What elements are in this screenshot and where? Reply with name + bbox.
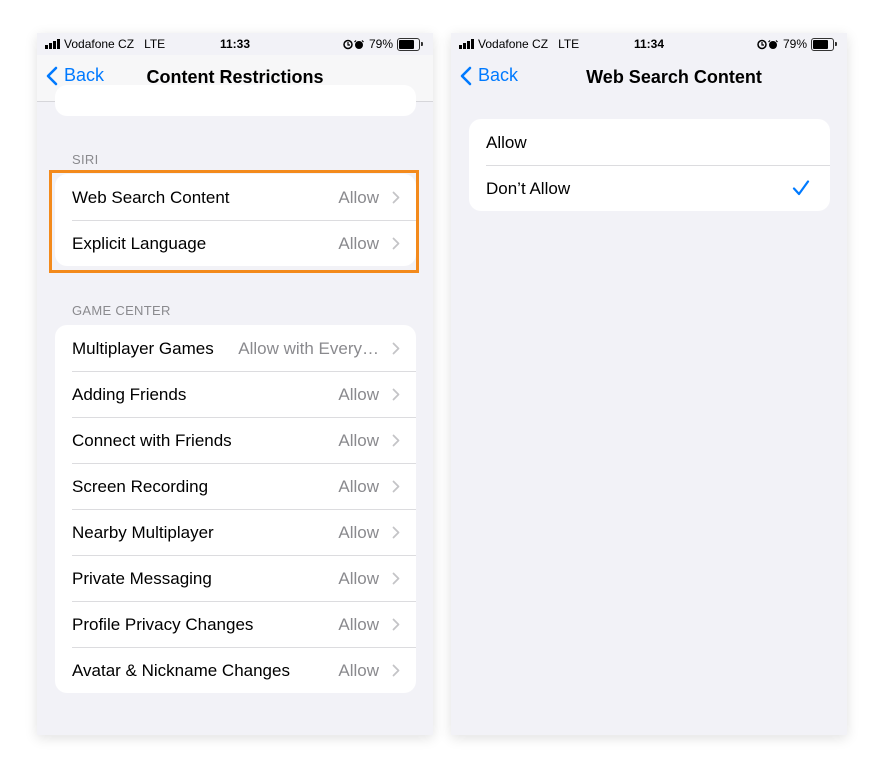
game-center-group: Multiplayer Games Allow with Every… Addi…	[55, 325, 416, 693]
status-bar: Vodafone CZ LTE 11:33 79%	[37, 33, 433, 55]
chevron-right-icon	[392, 191, 400, 204]
row-value: Allow	[338, 234, 379, 253]
row-value: Allow	[338, 661, 379, 680]
row-value: Allow	[338, 188, 379, 207]
chevron-right-icon	[392, 618, 400, 631]
row-label: Connect with Friends	[72, 431, 232, 450]
back-chevron-icon	[460, 66, 472, 85]
siri-group: Web Search Content Allow Explicit Langua…	[55, 174, 416, 266]
checkmark-icon	[792, 180, 810, 196]
row-value: Allow with Every…	[238, 339, 379, 358]
chevron-right-icon	[392, 388, 400, 401]
previous-group-bottom	[55, 85, 416, 116]
row-label: Profile Privacy Changes	[72, 615, 254, 634]
row-label: Adding Friends	[72, 385, 187, 404]
row-multiplayer-games[interactable]: Multiplayer Games Allow with Every…	[55, 325, 416, 371]
row-private-messaging[interactable]: Private Messaging Allow	[55, 555, 416, 601]
chevron-right-icon	[392, 664, 400, 677]
row-label: Multiplayer Games	[72, 339, 214, 358]
battery-icon	[811, 37, 837, 51]
battery-percent: 79%	[368, 37, 393, 51]
alarm-icon	[343, 39, 365, 50]
chevron-right-icon	[392, 237, 400, 250]
row-label: Screen Recording	[72, 477, 209, 496]
row-value: Allow	[338, 385, 379, 404]
row-label: Nearby Multiplayer	[72, 523, 214, 542]
row-value: Allow	[338, 615, 379, 634]
option-allow[interactable]: Allow	[469, 119, 830, 165]
option-label: Allow	[486, 133, 527, 152]
row-label: Private Messaging	[72, 569, 212, 588]
row-web-search-content[interactable]: Web Search Content Allow	[55, 174, 416, 220]
option-dont-allow[interactable]: Don’t Allow	[469, 165, 830, 211]
page-title: Web Search Content	[586, 67, 762, 87]
row-adding-friends[interactable]: Adding Friends Allow	[55, 371, 416, 417]
options-group: Allow Don’t Allow	[469, 119, 830, 211]
row-connect-with-friends[interactable]: Connect with Friends Allow	[55, 417, 416, 463]
row-value: Allow	[338, 477, 379, 496]
row-label: Avatar & Nickname Changes	[72, 661, 290, 680]
chevron-right-icon	[392, 480, 400, 493]
chevron-right-icon	[392, 526, 400, 539]
battery-icon	[397, 37, 423, 51]
row-label: Web Search Content	[72, 188, 230, 207]
chevron-right-icon	[392, 434, 400, 447]
row-label: Explicit Language	[72, 234, 207, 253]
option-label: Don’t Allow	[486, 179, 571, 198]
section-header-siri: SIRI	[72, 152, 99, 167]
row-avatar-nickname-changes[interactable]: Avatar & Nickname Changes Allow	[55, 647, 416, 693]
content-restrictions-screen: Vodafone CZ LTE 11:33 79% Back Content R…	[37, 33, 433, 735]
chevron-right-icon	[392, 342, 400, 355]
web-search-content-screen: Vodafone CZ LTE 11:34 79% Back Web Searc…	[451, 33, 847, 735]
row-value: Allow	[338, 431, 379, 450]
chevron-right-icon	[392, 572, 400, 585]
row-explicit-language[interactable]: Explicit Language Allow	[55, 220, 416, 266]
row-value: Allow	[338, 569, 379, 588]
row-nearby-multiplayer[interactable]: Nearby Multiplayer Allow	[55, 509, 416, 555]
row-value: Allow	[338, 523, 379, 542]
section-header-game-center: GAME CENTER	[72, 303, 171, 318]
row-screen-recording[interactable]: Screen Recording Allow	[55, 463, 416, 509]
alarm-icon	[757, 39, 779, 50]
row-profile-privacy-changes[interactable]: Profile Privacy Changes Allow	[55, 601, 416, 647]
battery-percent: 79%	[782, 37, 807, 51]
navigation-bar: Back Web Search Content	[451, 55, 847, 101]
status-bar: Vodafone CZ LTE 11:34 79%	[451, 33, 847, 55]
